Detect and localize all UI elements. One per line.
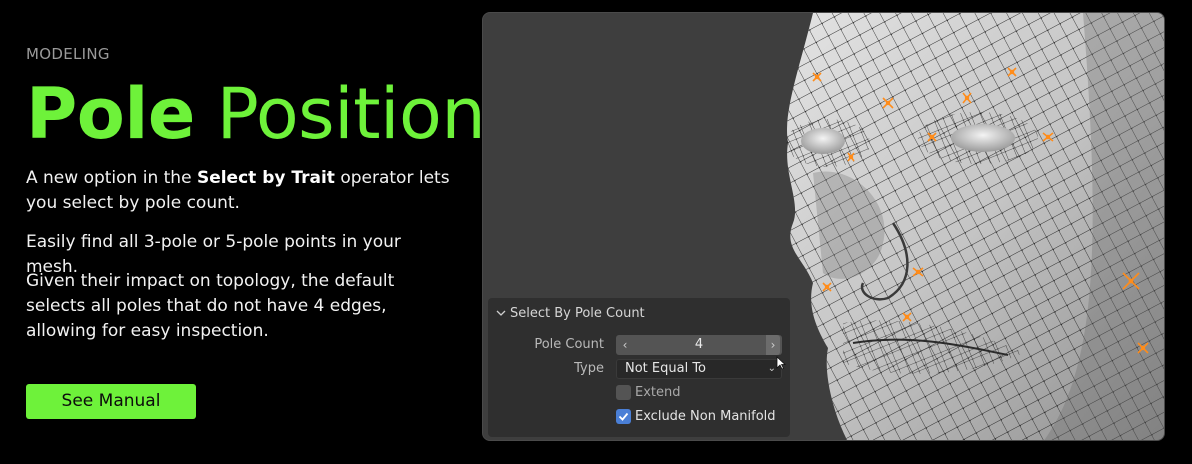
intro-column: MODELING Pole Position A new option in t… <box>26 0 486 464</box>
description-paragraph-3: Given their impact on topology, the defa… <box>26 271 395 341</box>
pole-count-label: Pole Count <box>534 337 604 352</box>
section-label: MODELING <box>26 45 110 63</box>
title-bold: Pole <box>26 73 195 155</box>
p1-text-a: A new option in the <box>26 168 197 188</box>
see-manual-button[interactable]: See Manual <box>26 384 196 419</box>
pole-count-value: 4 <box>694 337 704 352</box>
mouse-cursor-icon <box>776 356 786 370</box>
page-title: Pole Position <box>26 73 486 155</box>
type-dropdown[interactable]: Not Equal To ⌄ <box>616 359 782 379</box>
operator-panel: Select By Pole Count Pole Count ‹ 4 › Ty… <box>488 298 790 437</box>
pole-count-stepper[interactable]: ‹ 4 › <box>616 335 782 355</box>
exclude-non-manifold-label: Exclude Non Manifold <box>635 409 776 424</box>
type-value: Not Equal To <box>625 361 707 376</box>
panel-title: Select By Pole Count <box>510 305 645 321</box>
checkmark-icon <box>618 412 629 421</box>
exclude-non-manifold-checkbox[interactable] <box>616 409 631 424</box>
exclude-non-manifold-row[interactable]: Exclude Non Manifold <box>616 409 776 424</box>
3d-viewport[interactable]: Select By Pole Count Pole Count ‹ 4 › Ty… <box>482 12 1165 441</box>
extend-checkbox[interactable] <box>616 385 631 400</box>
description-paragraph-1: A new option in the Select by Trait oper… <box>26 166 451 216</box>
title-light: Position <box>216 73 486 155</box>
arrow-right-icon[interactable]: › <box>766 335 780 355</box>
type-label: Type <box>574 361 604 376</box>
panel-header[interactable]: Select By Pole Count <box>496 304 645 322</box>
extend-checkbox-row[interactable]: Extend <box>616 385 681 400</box>
chevron-down-icon <box>496 310 506 316</box>
p1-bold: Select by Trait <box>196 168 335 188</box>
arrow-left-icon[interactable]: ‹ <box>618 335 632 355</box>
dropdown-chevron-icon: ⌄ <box>767 363 776 374</box>
extend-label: Extend <box>635 385 681 400</box>
